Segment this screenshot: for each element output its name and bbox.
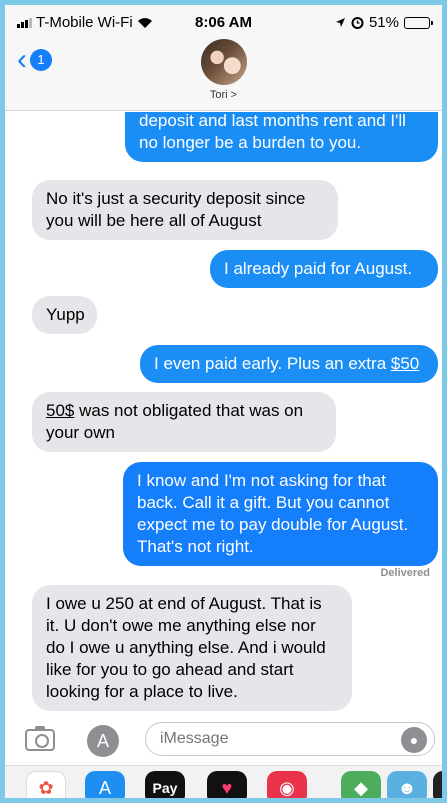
amount-link[interactable]: $50 [391, 354, 419, 373]
status-right: 51% [335, 14, 433, 31]
imessage-input[interactable] [145, 722, 435, 756]
message-bubble-received[interactable]: No it's just a security deposit since yo… [32, 180, 338, 240]
back-button[interactable]: ‹ 1 [17, 45, 52, 75]
more-apps-icon[interactable] [433, 771, 442, 798]
unread-badge: 1 [30, 49, 52, 71]
microphone-icon[interactable]: ● [401, 727, 427, 753]
app-store-app-icon[interactable]: A [85, 771, 125, 798]
message-bubble-sent[interactable]: I even paid early. Plus an extra $50 [140, 345, 438, 383]
phone-screen: T-Mobile Wi-Fi 8:06 AM 51% ‹ 1 Tori > de… [0, 0, 447, 803]
message-bubble-received[interactable]: 50$ was not obligated that was on your o… [32, 392, 336, 452]
photos-app-icon[interactable]: ✿ [26, 771, 66, 798]
app-drawer: ✿ A Pay ♥ ◉ ◆ ☻ [5, 765, 442, 798]
message-bubble-sent[interactable]: deposit and last months rent and I'll no… [125, 112, 438, 162]
message-input-bar: A ● [5, 715, 442, 763]
pay-label: Pay [152, 780, 178, 796]
delivered-label: Delivered [380, 567, 430, 579]
image-search-icon[interactable]: ◉ [267, 771, 307, 798]
battery-percent: 51% [368, 14, 399, 31]
message-bubble-sent[interactable]: I already paid for August. [210, 250, 438, 288]
status-bar: T-Mobile Wi-Fi 8:06 AM 51% [5, 5, 442, 37]
contact-name[interactable]: Tori > [5, 89, 442, 101]
apple-pay-app-icon[interactable]: Pay [145, 771, 185, 798]
message-text: was not obligated that was on your own [46, 401, 304, 442]
contact-avatar[interactable] [201, 39, 247, 85]
minion-sticker-icon[interactable]: ☻ [387, 771, 427, 798]
digital-touch-heart-icon[interactable]: ♥ [207, 771, 247, 798]
battery-icon [404, 16, 433, 29]
sticker-app-icon[interactable]: ◆ [341, 771, 381, 798]
alarm-clock-icon [351, 17, 364, 29]
message-bubble-received[interactable]: I owe u 250 at end of August. That is it… [32, 585, 352, 711]
amount-link[interactable]: 50$ [46, 401, 74, 420]
conversation-header: ‹ 1 Tori > [5, 37, 442, 111]
message-text: I even paid early. Plus an extra [154, 354, 391, 373]
camera-icon[interactable] [25, 726, 55, 751]
message-thread[interactable]: deposit and last months rent and I'll no… [5, 112, 442, 715]
message-bubble-sent[interactable]: I know and I'm not asking for that back.… [123, 462, 438, 566]
location-arrow-icon [335, 18, 345, 27]
chevron-left-icon: ‹ [17, 43, 27, 76]
message-bubble-received[interactable]: Yupp [32, 296, 97, 334]
app-store-icon[interactable]: A [87, 725, 119, 757]
